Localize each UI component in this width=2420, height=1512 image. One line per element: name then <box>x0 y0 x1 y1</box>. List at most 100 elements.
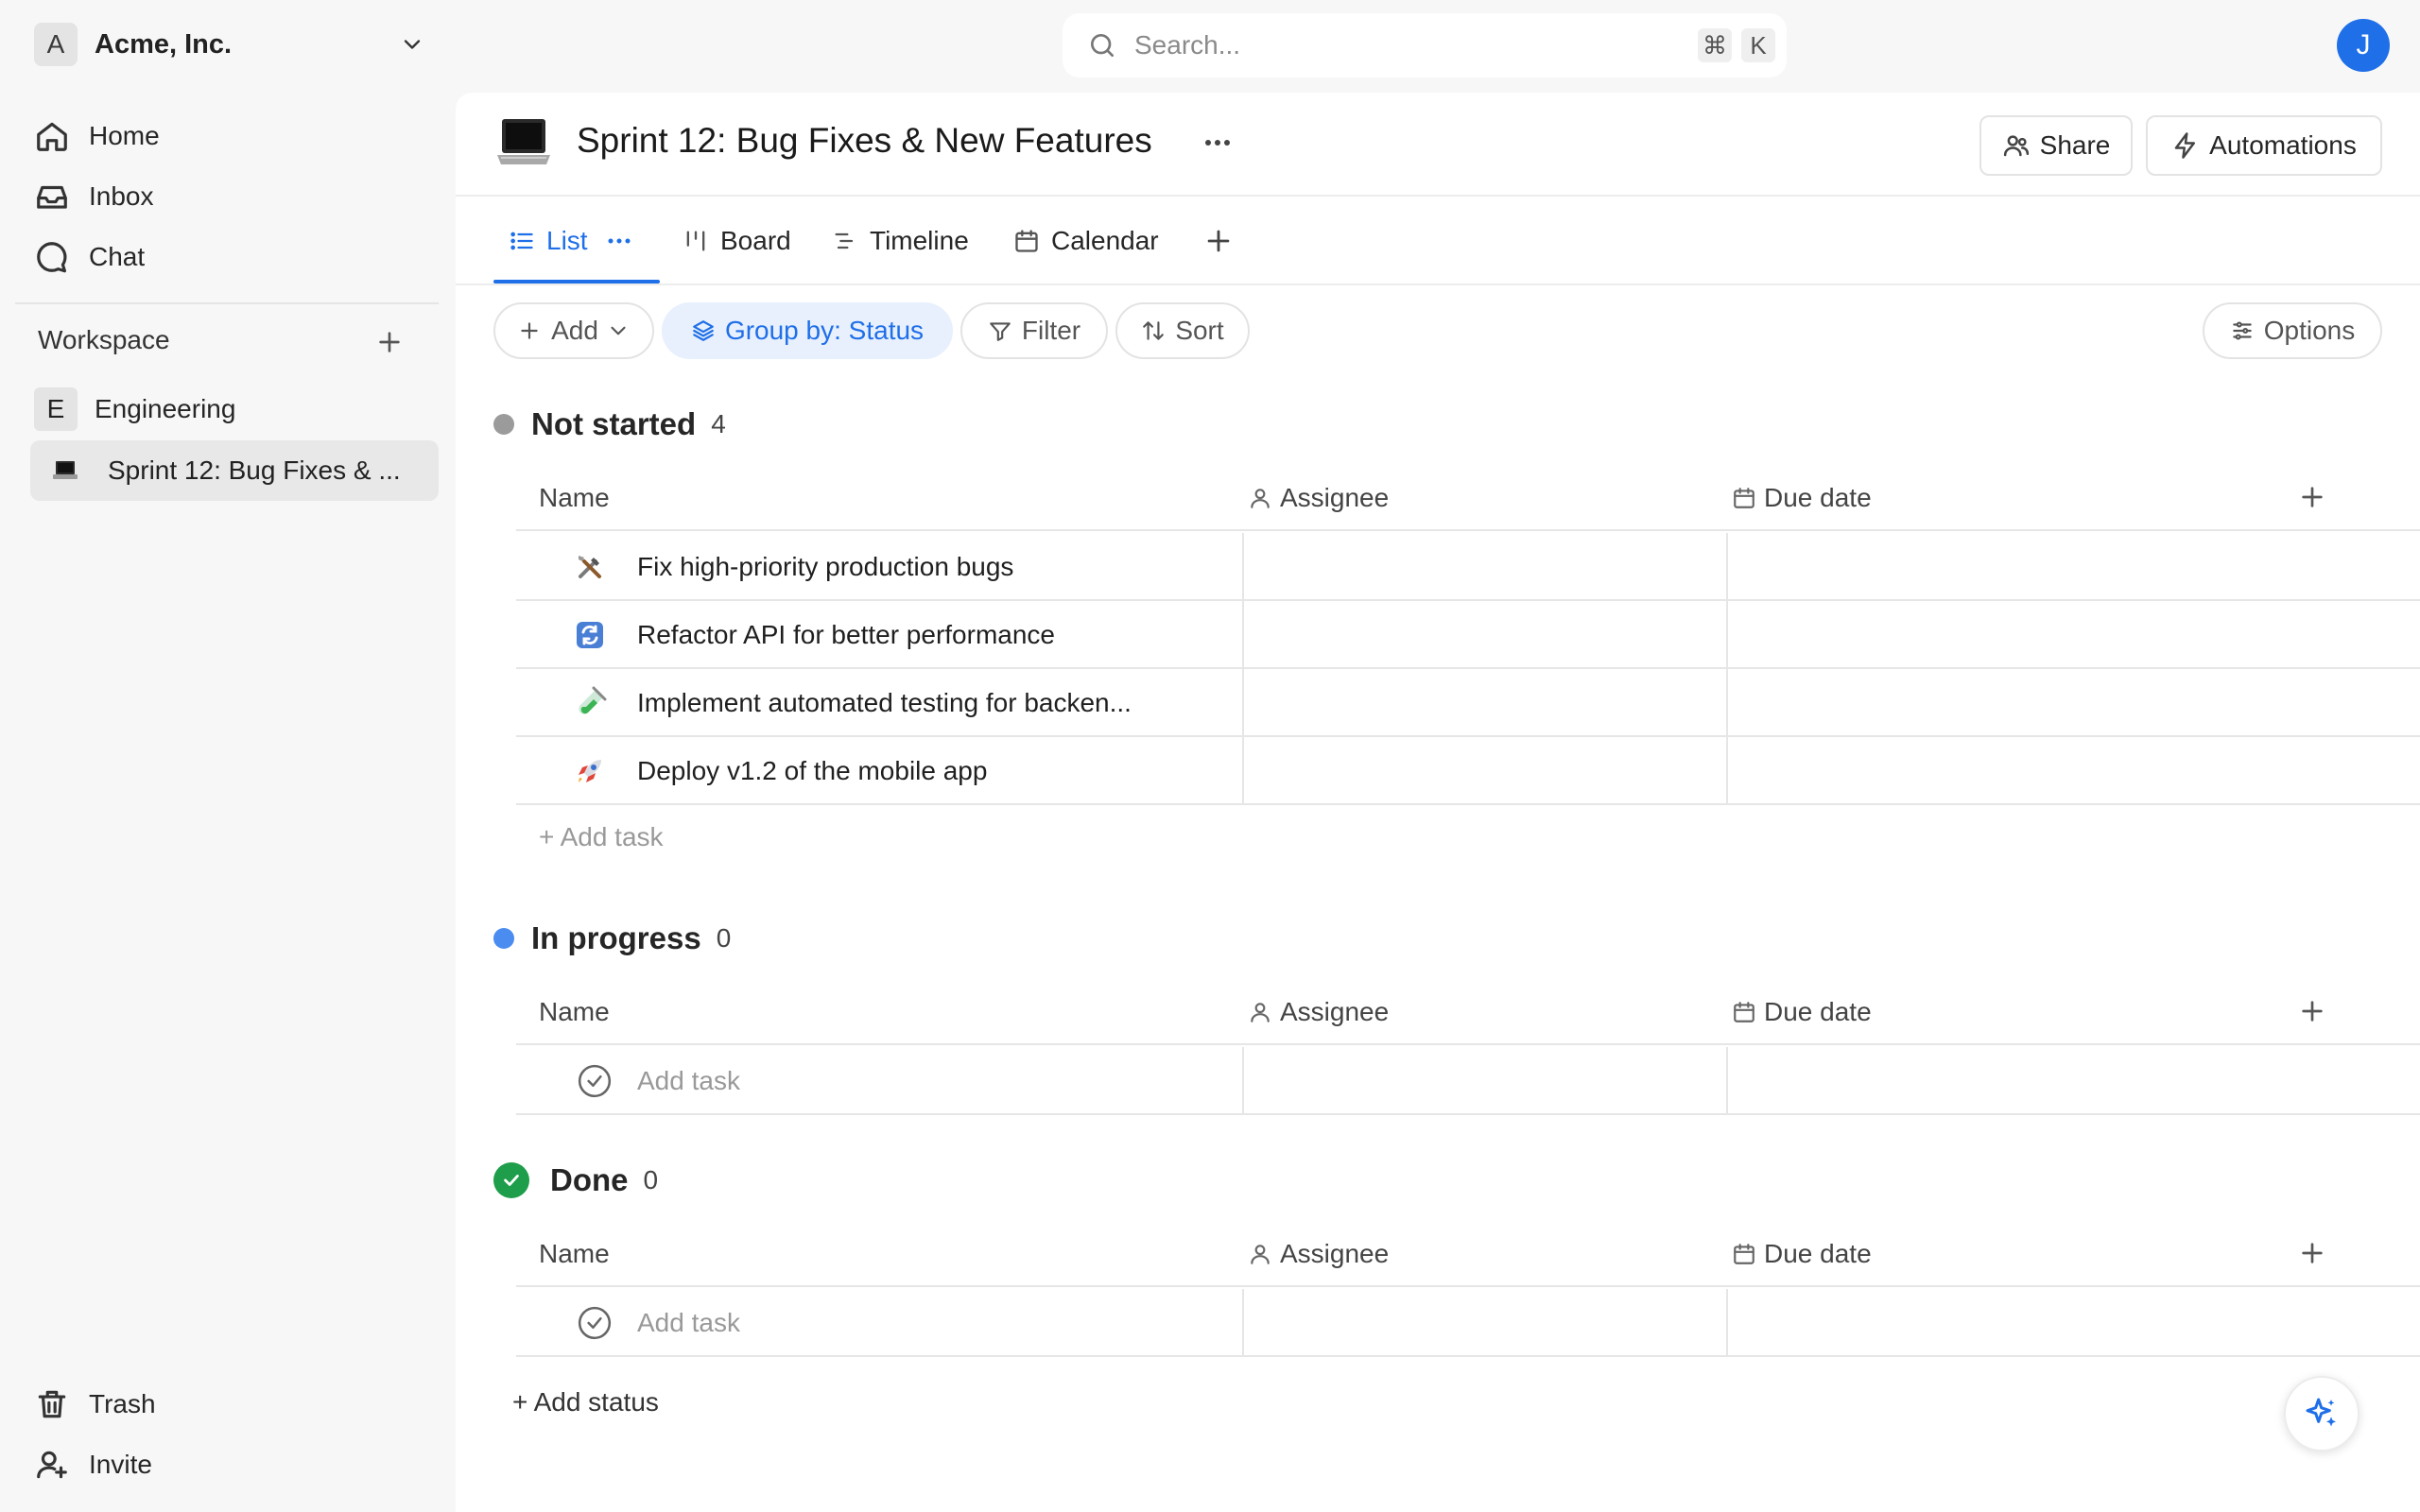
add-column-icon[interactable] <box>2297 482 2327 512</box>
sidebar: A Acme, Inc. Home Inbox Chat Workspace E… <box>0 0 456 1512</box>
task-name[interactable]: Fix high-priority production bugs <box>637 533 1013 601</box>
org-switcher[interactable]: A Acme, Inc. <box>34 23 425 66</box>
column-name[interactable]: Name <box>539 979 610 1045</box>
view-tabs: List Board Timeline Calendar <box>456 197 2420 285</box>
add-task-row[interactable]: Add task <box>516 1289 2420 1357</box>
search-bar[interactable]: Search... ⌘ K <box>1063 13 1787 77</box>
column-assignee-label: Assignee <box>1280 997 1390 1026</box>
status-dot <box>493 928 514 949</box>
tab-calendar[interactable]: Calendar <box>1013 197 1159 285</box>
filter-icon <box>990 322 1011 341</box>
cell-divider <box>1242 601 1244 669</box>
column-due-date[interactable]: Due date <box>1732 979 1872 1045</box>
list-icon <box>510 232 533 250</box>
chevron-down-icon[interactable] <box>399 31 425 58</box>
search-input[interactable]: Search... <box>1134 30 1698 60</box>
add-label: Add <box>551 316 598 345</box>
add-view-icon[interactable] <box>1202 225 1235 257</box>
group-header-in-progress[interactable]: In progress 0 <box>493 920 731 956</box>
workspace-label: Workspace <box>38 325 170 354</box>
board-icon <box>686 231 705 251</box>
share-button[interactable]: Share <box>1979 115 2133 176</box>
more-icon[interactable] <box>1199 129 1236 157</box>
timeline-icon <box>835 232 854 249</box>
group-header-done[interactable]: Done 0 <box>493 1162 658 1198</box>
add-task-link[interactable]: + Add task <box>539 822 664 852</box>
lightning-icon <box>2174 132 2196 159</box>
table-row[interactable]: Deploy v1.2 of the mobile app <box>516 737 2420 805</box>
column-name[interactable]: Name <box>539 1221 610 1287</box>
task-name[interactable]: Refactor API for better performance <box>637 601 1055 669</box>
table-row[interactable]: Fix high-priority production bugs <box>516 533 2420 601</box>
add-column-icon[interactable] <box>2297 1238 2327 1268</box>
nav-invite[interactable]: Invite <box>34 1438 431 1491</box>
nav-trash[interactable]: Trash <box>34 1378 431 1431</box>
column-header-row: Name Assignee Due date <box>516 979 2420 1045</box>
hammer-wrench-icon <box>579 556 601 578</box>
cell-divider <box>1242 737 1244 805</box>
trash-icon <box>38 1390 66 1418</box>
sidebar-divider <box>15 302 439 304</box>
add-column-icon[interactable] <box>2297 996 2327 1026</box>
tab-board[interactable]: Board <box>683 197 791 285</box>
add-status-link[interactable]: + Add status <box>512 1387 659 1418</box>
nav-chat[interactable]: Chat <box>34 231 431 284</box>
more-icon[interactable] <box>605 232 633 250</box>
column-assignee[interactable]: Assignee <box>1248 979 1389 1045</box>
column-name[interactable]: Name <box>539 465 610 531</box>
person-icon <box>1251 1003 1270 1022</box>
tab-timeline[interactable]: Timeline <box>832 197 969 285</box>
group-by-button[interactable]: Group by: Status <box>662 302 953 359</box>
column-due-date[interactable]: Due date <box>1732 465 1872 531</box>
table-row[interactable]: Refactor API for better performance <box>516 601 2420 669</box>
column-assignee[interactable]: Assignee <box>1248 1221 1389 1287</box>
sort-button[interactable]: Sort <box>1115 302 1250 359</box>
nav-inbox[interactable]: Inbox <box>34 170 431 223</box>
table-row[interactable]: Implement automated testing for backen..… <box>516 669 2420 737</box>
column-header-row: Name Assignee Due date <box>516 1221 2420 1287</box>
share-label: Share <box>2039 130 2111 160</box>
nav-invite-label: Invite <box>89 1450 152 1479</box>
tab-calendar-label: Calendar <box>1051 226 1159 255</box>
add-user-icon <box>37 1451 67 1479</box>
group-title: Done <box>550 1162 629 1197</box>
cell-divider <box>1726 737 1728 805</box>
tab-list-label: List <box>546 226 588 255</box>
column-assignee-label: Assignee <box>1280 483 1390 512</box>
add-workspace-icon[interactable] <box>374 327 405 357</box>
column-due-date-label: Due date <box>1764 1239 1872 1268</box>
add-task-placeholder[interactable]: Add task <box>637 1047 740 1115</box>
add-task-row[interactable]: Add task <box>516 1047 2420 1115</box>
options-button[interactable]: Options <box>2203 302 2382 359</box>
cell-divider <box>1242 533 1244 601</box>
sidebar-item-sprint[interactable]: Sprint 12: Bug Fixes & ... <box>30 440 439 501</box>
automations-label: Automations <box>2209 130 2357 160</box>
users-icon <box>2003 135 2029 157</box>
group-title: In progress <box>531 920 701 955</box>
main-panel: Sprint 12: Bug Fixes & New Features Shar… <box>456 93 2420 1512</box>
automations-button[interactable]: Automations <box>2146 115 2382 176</box>
column-due-date[interactable]: Due date <box>1732 1221 1872 1287</box>
cell-divider <box>1726 669 1728 737</box>
user-avatar[interactable]: J <box>2337 19 2390 72</box>
ai-assistant-button[interactable] <box>2284 1376 2360 1452</box>
column-assignee[interactable]: Assignee <box>1248 465 1389 531</box>
filter-button[interactable]: Filter <box>960 302 1108 359</box>
add-task-placeholder[interactable]: Add task <box>637 1289 740 1357</box>
options-label: Options <box>2263 316 2356 345</box>
shortcut-key: K <box>1741 28 1775 62</box>
task-name[interactable]: Deploy v1.2 of the mobile app <box>637 737 987 805</box>
column-due-date-label: Due date <box>1764 483 1872 512</box>
cell-divider <box>1726 533 1728 601</box>
group-header-not-started[interactable]: Not started 4 <box>493 406 726 442</box>
team-avatar: E <box>34 387 78 431</box>
nav-home[interactable]: Home <box>34 110 431 163</box>
add-button[interactable]: Add <box>493 302 654 359</box>
filter-label: Filter <box>1021 316 1081 345</box>
calendar-icon <box>1734 1244 1754 1264</box>
sort-icon <box>1143 321 1165 340</box>
sidebar-item-engineering[interactable]: E Engineering <box>34 387 235 431</box>
tab-list[interactable]: List <box>509 197 633 285</box>
task-name[interactable]: Implement automated testing for backen..… <box>637 669 1132 737</box>
org-avatar: A <box>34 23 78 66</box>
